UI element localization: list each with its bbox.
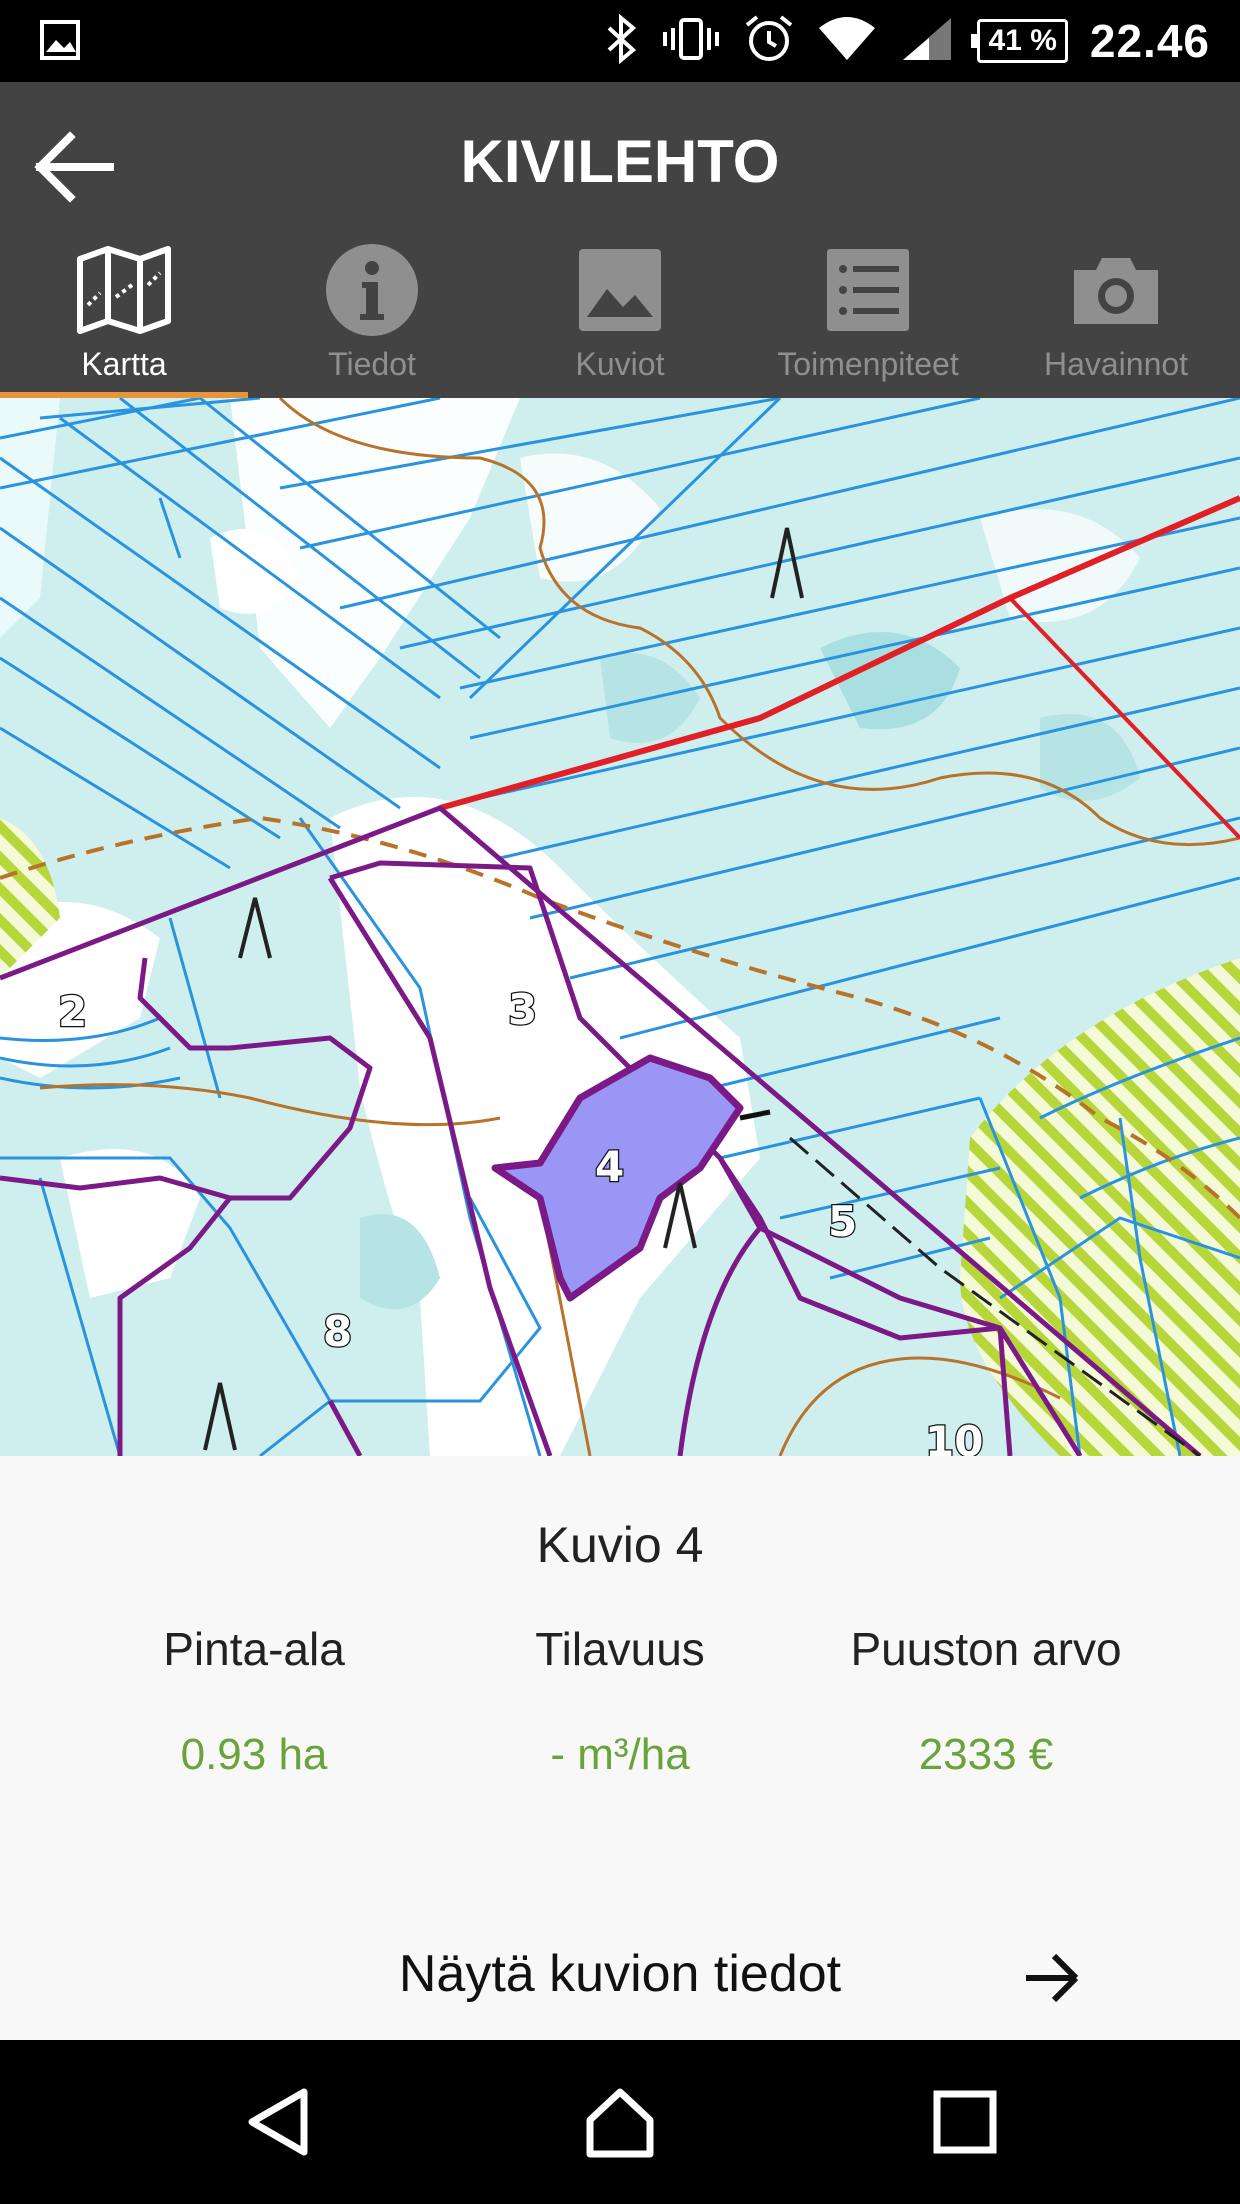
clock: 22.46 [1089,15,1210,67]
alarm-icon [743,13,795,70]
tab-tiedot[interactable]: Tiedot [248,242,496,398]
nav-recent-icon [933,2090,997,2154]
image-icon [570,242,670,338]
nav-back-button[interactable] [240,2082,320,2162]
stat-value: 0.93 ha [180,1730,328,1779]
arrow-right-icon [1026,1953,1079,2003]
tab-label: Kuviot [575,346,665,382]
info-icon [322,242,422,338]
tab-bar: Kartta Tiedot Kuviot Toimenpiteet Havain… [0,242,1240,398]
tab-label: Toimenpiteet [777,346,959,382]
tab-label: Kartta [81,346,167,382]
parcel-label-4[interactable]: 4 [594,1141,626,1193]
tab-toimenpiteet[interactable]: Toimenpiteet [744,242,992,398]
stat-area: Pinta-ala 0.93 ha [44,1622,464,1780]
map-view[interactable]: 2 3 4 5 8 10 [0,398,1240,1456]
vibrate-icon [661,14,721,69]
info-panel: Kuvio 4 Pinta-ala 0.93 ha Tilavuus - m³/… [0,1456,1240,2040]
bluetooth-icon [605,13,639,69]
stat-label: Puuston arvo [850,1623,1122,1675]
battery-icon: 41 % [971,19,1068,63]
list-icon [818,242,918,338]
camera-icon [1066,242,1166,338]
stat-timber-value: Puuston arvo 2333 € [776,1622,1196,1780]
stat-label: Tilavuus [535,1623,705,1675]
tab-havainnot[interactable]: Havainnot [992,242,1240,398]
parcel-label-10[interactable]: 10 [924,1416,985,1456]
tab-kartta[interactable]: Kartta [0,242,248,398]
app-header: KIVILEHTO Kartta Tiedot Kuviot Toimenpit… [0,82,1240,398]
parcel-label-3[interactable]: 3 [507,984,539,1036]
show-parcel-details-button[interactable]: Näytä kuvion tiedot [0,1926,1240,2026]
tab-label: Havainnot [1043,346,1189,382]
wifi-icon [817,14,877,69]
stat-label: Pinta-ala [163,1623,345,1675]
nav-home-button[interactable] [580,2082,660,2162]
signal-icon [899,14,955,69]
map-icon [74,242,174,338]
tab-label: Tiedot [328,346,416,382]
parcel-label-5[interactable]: 5 [827,1196,859,1248]
system-nav-bar [0,2040,1240,2204]
stat-volume: Tilavuus - m³/ha [410,1622,830,1780]
nav-back-icon [248,2088,308,2156]
image-icon [40,20,80,65]
stat-value: - m³/ha [550,1730,690,1779]
page-title: KIVILEHTO [460,128,780,195]
nav-home-icon [586,2088,654,2158]
nav-recent-button[interactable] [925,2082,1005,2162]
parcel-label-2[interactable]: 2 [57,986,89,1038]
forest-map[interactable]: 2 3 4 5 8 10 [0,398,1240,1456]
status-bar: 41 % 22.46 [0,0,1240,82]
parcel-label-8[interactable]: 8 [322,1306,354,1358]
parcel-title: Kuvio 4 [536,1517,704,1573]
tab-kuviot[interactable]: Kuviot [496,242,744,398]
stat-value: 2333 € [918,1730,1054,1779]
